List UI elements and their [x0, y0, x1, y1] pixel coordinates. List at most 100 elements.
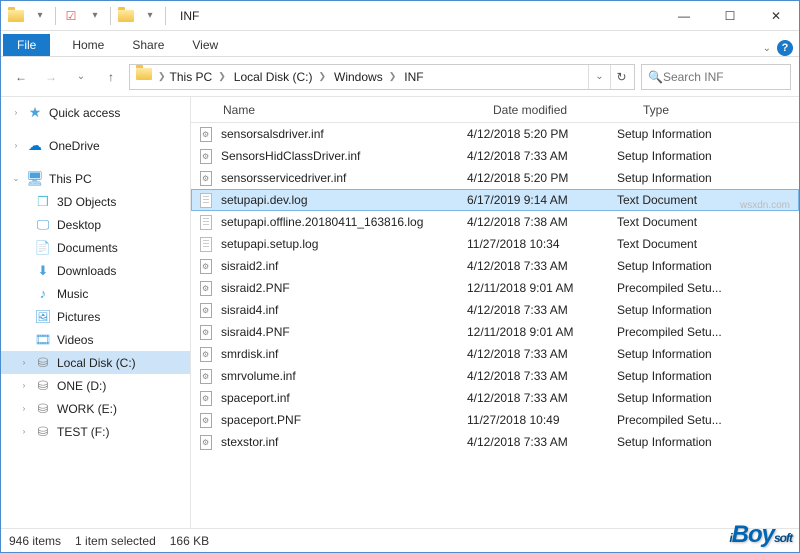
- nav-label: Downloads: [57, 264, 116, 278]
- forward-button[interactable]: →: [39, 65, 63, 89]
- qat-overflow-2[interactable]: ▾: [84, 5, 106, 27]
- file-date: 4/12/2018 5:20 PM: [467, 127, 617, 141]
- file-date: 4/12/2018 7:38 AM: [467, 215, 617, 229]
- search-box[interactable]: 🔍: [641, 64, 791, 90]
- nav-label: 3D Objects: [57, 195, 116, 209]
- help-button[interactable]: ?: [777, 40, 793, 56]
- nav-label: TEST (F:): [57, 425, 109, 439]
- back-button[interactable]: ←: [9, 65, 33, 89]
- file-row[interactable]: stexstor.inf4/12/2018 7:33 AMSetup Infor…: [191, 431, 799, 453]
- file-name: sisraid4.PNF: [221, 325, 467, 339]
- nav-item-pictures[interactable]: 🖼Pictures: [1, 305, 190, 328]
- properties-icon[interactable]: ☑: [60, 5, 82, 27]
- tab-view[interactable]: View: [178, 34, 232, 56]
- file-type: Setup Information: [617, 127, 799, 141]
- minimize-button[interactable]: —: [661, 1, 707, 31]
- file-date: 4/12/2018 7:33 AM: [467, 149, 617, 163]
- file-icon: [197, 257, 215, 275]
- col-name[interactable]: Name: [215, 103, 485, 117]
- nav-item-music[interactable]: ♪Music: [1, 282, 190, 305]
- nav-item-local-disk-c-[interactable]: ›⛁Local Disk (C:): [1, 351, 190, 374]
- nav-quick-access[interactable]: ›★Quick access: [1, 101, 190, 124]
- qat-divider: ▾: [139, 5, 161, 27]
- up-button[interactable]: ↑: [99, 65, 123, 89]
- file-row[interactable]: sisraid4.PNF12/11/2018 9:01 AMPrecompile…: [191, 321, 799, 343]
- search-icon: 🔍: [648, 70, 663, 84]
- file-row[interactable]: smrvolume.inf4/12/2018 7:33 AMSetup Info…: [191, 365, 799, 387]
- file-icon: [197, 367, 215, 385]
- file-row[interactable]: sisraid2.PNF12/11/2018 9:01 AMPrecompile…: [191, 277, 799, 299]
- file-list[interactable]: sensorsalsdriver.inf4/12/2018 5:20 PMSet…: [191, 123, 799, 528]
- crumb-local-disk-c-[interactable]: Local Disk (C:) ❯: [230, 70, 330, 84]
- address-dropdown[interactable]: ⌄: [588, 65, 610, 89]
- file-icon: [197, 301, 215, 319]
- file-name: stexstor.inf: [221, 435, 467, 449]
- nav-item-desktop[interactable]: 🖵Desktop: [1, 213, 190, 236]
- search-input[interactable]: [663, 70, 800, 84]
- col-date[interactable]: Date modified: [485, 103, 635, 117]
- nav-item-3d-objects[interactable]: ❒3D Objects: [1, 190, 190, 213]
- nav-item-one-d-[interactable]: ›⛁ONE (D:): [1, 374, 190, 397]
- breadcrumb[interactable]: ❯ This PC ❯Local Disk (C:) ❯Windows ❯INF…: [129, 64, 635, 90]
- maximize-button[interactable]: ☐: [707, 1, 753, 31]
- ribbon-collapse-icon[interactable]: ⌄: [763, 43, 771, 54]
- file-row[interactable]: setupapi.setup.log11/27/2018 10:34Text D…: [191, 233, 799, 255]
- file-name: setupapi.setup.log: [221, 237, 467, 251]
- file-row[interactable]: sensorsalsdriver.inf4/12/2018 5:20 PMSet…: [191, 123, 799, 145]
- file-date: 12/11/2018 9:01 AM: [467, 325, 617, 339]
- file-date: 4/12/2018 7:33 AM: [467, 369, 617, 383]
- qat-overflow[interactable]: ▾: [29, 5, 51, 27]
- nav-label: ONE (D:): [57, 379, 106, 393]
- file-icon: [197, 169, 215, 187]
- tab-share[interactable]: Share: [118, 34, 178, 56]
- file-type: Setup Information: [617, 347, 799, 361]
- file-row[interactable]: setupapi.dev.log6/17/2019 9:14 AMText Do…: [191, 189, 799, 211]
- nav-item-downloads[interactable]: ⬇Downloads: [1, 259, 190, 282]
- tab-home[interactable]: Home: [58, 34, 118, 56]
- file-icon: [197, 213, 215, 231]
- recent-dropdown[interactable]: ⌄: [69, 65, 93, 89]
- file-date: 4/12/2018 7:33 AM: [467, 259, 617, 273]
- refresh-button[interactable]: ↻: [610, 65, 632, 89]
- crumb-this-pc[interactable]: This PC ❯: [166, 70, 230, 84]
- file-icon: [197, 345, 215, 363]
- file-type: Setup Information: [617, 369, 799, 383]
- nav-label: This PC: [49, 172, 92, 186]
- file-row[interactable]: SensorsHidClassDriver.inf4/12/2018 7:33 …: [191, 145, 799, 167]
- file-row[interactable]: sisraid2.inf4/12/2018 7:33 AMSetup Infor…: [191, 255, 799, 277]
- navigation-pane: ›★Quick access ›☁OneDrive ⌄🖥This PC ❒3D …: [1, 97, 191, 528]
- file-row[interactable]: smrdisk.inf4/12/2018 7:33 AMSetup Inform…: [191, 343, 799, 365]
- nav-item-documents[interactable]: 📄Documents: [1, 236, 190, 259]
- file-name: sensorsservicedriver.inf: [221, 171, 467, 185]
- file-name: spaceport.PNF: [221, 413, 467, 427]
- tab-file[interactable]: File: [3, 34, 50, 56]
- file-icon: [197, 433, 215, 451]
- file-row[interactable]: sensorsservicedriver.inf4/12/2018 5:20 P…: [191, 167, 799, 189]
- titlebar: ▾ ☑ ▾ ▾ INF — ☐ ✕: [1, 1, 799, 31]
- status-bar: 946 items 1 item selected 166 KB: [1, 528, 799, 552]
- file-row[interactable]: setupapi.offline.20180411_163816.log4/12…: [191, 211, 799, 233]
- file-row[interactable]: spaceport.inf4/12/2018 7:33 AMSetup Info…: [191, 387, 799, 409]
- file-icon: [197, 125, 215, 143]
- quick-access-toolbar: ▾ ☑ ▾ ▾: [1, 5, 172, 27]
- file-row[interactable]: spaceport.PNF11/27/2018 10:49Precompiled…: [191, 409, 799, 431]
- file-icon: [197, 235, 215, 253]
- nav-this-pc[interactable]: ⌄🖥This PC: [1, 167, 190, 190]
- nav-item-videos[interactable]: 🎞Videos: [1, 328, 190, 351]
- file-date: 12/11/2018 9:01 AM: [467, 281, 617, 295]
- file-name: SensorsHidClassDriver.inf: [221, 149, 467, 163]
- file-icon: [197, 411, 215, 429]
- file-icon: [197, 147, 215, 165]
- crumb-inf[interactable]: INF: [400, 70, 427, 84]
- open-icon[interactable]: [115, 5, 137, 27]
- crumb-windows[interactable]: Windows ❯: [330, 70, 400, 84]
- nav-label: Local Disk (C:): [57, 356, 136, 370]
- col-type[interactable]: Type: [635, 103, 799, 117]
- file-row[interactable]: sisraid4.inf4/12/2018 7:33 AMSetup Infor…: [191, 299, 799, 321]
- nav-item-test-f-[interactable]: ›⛁TEST (F:): [1, 420, 190, 443]
- ribbon-tabs: File Home Share View ⌄ ?: [1, 31, 799, 57]
- close-button[interactable]: ✕: [753, 1, 799, 31]
- nav-onedrive[interactable]: ›☁OneDrive: [1, 134, 190, 157]
- nav-item-work-e-[interactable]: ›⛁WORK (E:): [1, 397, 190, 420]
- file-type: Text Document: [617, 237, 799, 251]
